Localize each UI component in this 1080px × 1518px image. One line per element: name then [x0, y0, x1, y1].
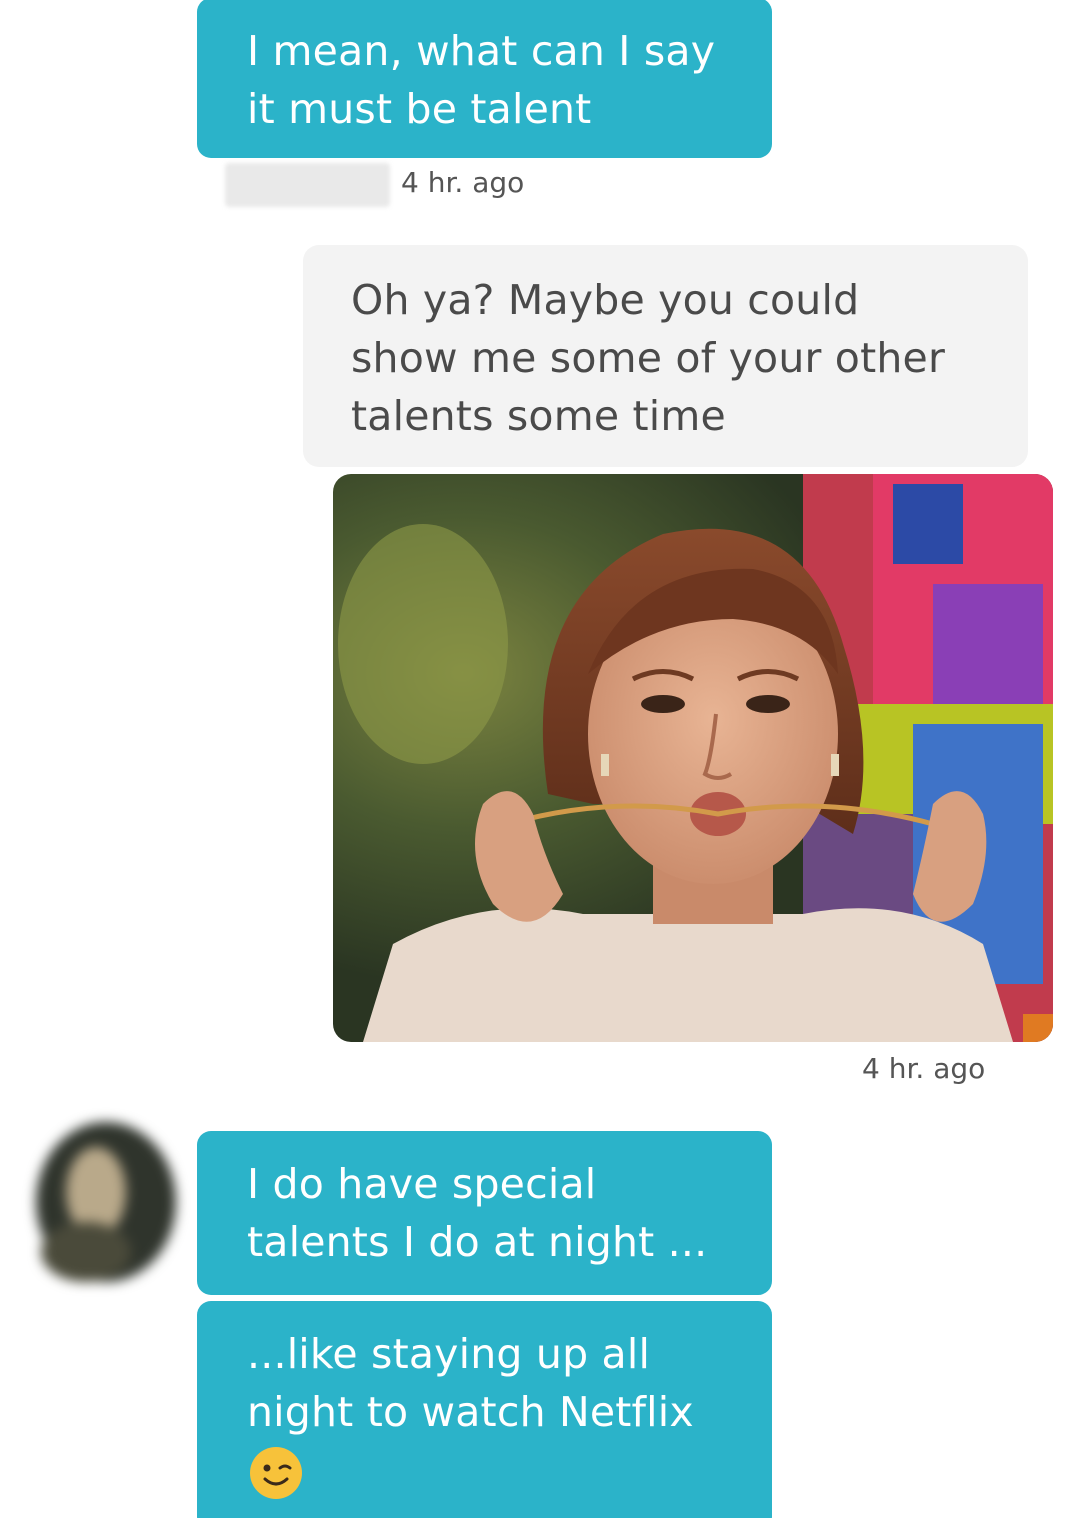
winking-face-icon [247, 1444, 305, 1502]
message-timestamp: 4 hr. ago [862, 1052, 986, 1085]
avatar-image [36, 1122, 176, 1282]
sender-avatar[interactable] [26, 1112, 186, 1292]
message-text: I do have special talents I do at night … [247, 1160, 708, 1266]
message-timestamp: 4 hr. ago [401, 166, 525, 199]
gif-illustration [333, 474, 1053, 1042]
sender-name-blurred [225, 163, 390, 207]
incoming-message-bubble[interactable]: ...like staying up all night to watch Ne… [197, 1301, 772, 1518]
gif-image[interactable] [333, 474, 1053, 1042]
chat-thread: I mean, what can I say it must be talent… [0, 0, 1080, 1518]
outgoing-message-bubble[interactable]: Oh ya? Maybe you could show me some of y… [303, 245, 1028, 467]
incoming-message-bubble[interactable]: I do have special talents I do at night … [197, 1131, 772, 1295]
incoming-message-bubble[interactable]: I mean, what can I say it must be talent [197, 0, 772, 158]
message-text: ...like staying up all night to watch Ne… [247, 1330, 694, 1436]
message-text: Oh ya? Maybe you could show me some of y… [351, 276, 946, 440]
message-text: I mean, what can I say it must be talent [247, 27, 716, 133]
